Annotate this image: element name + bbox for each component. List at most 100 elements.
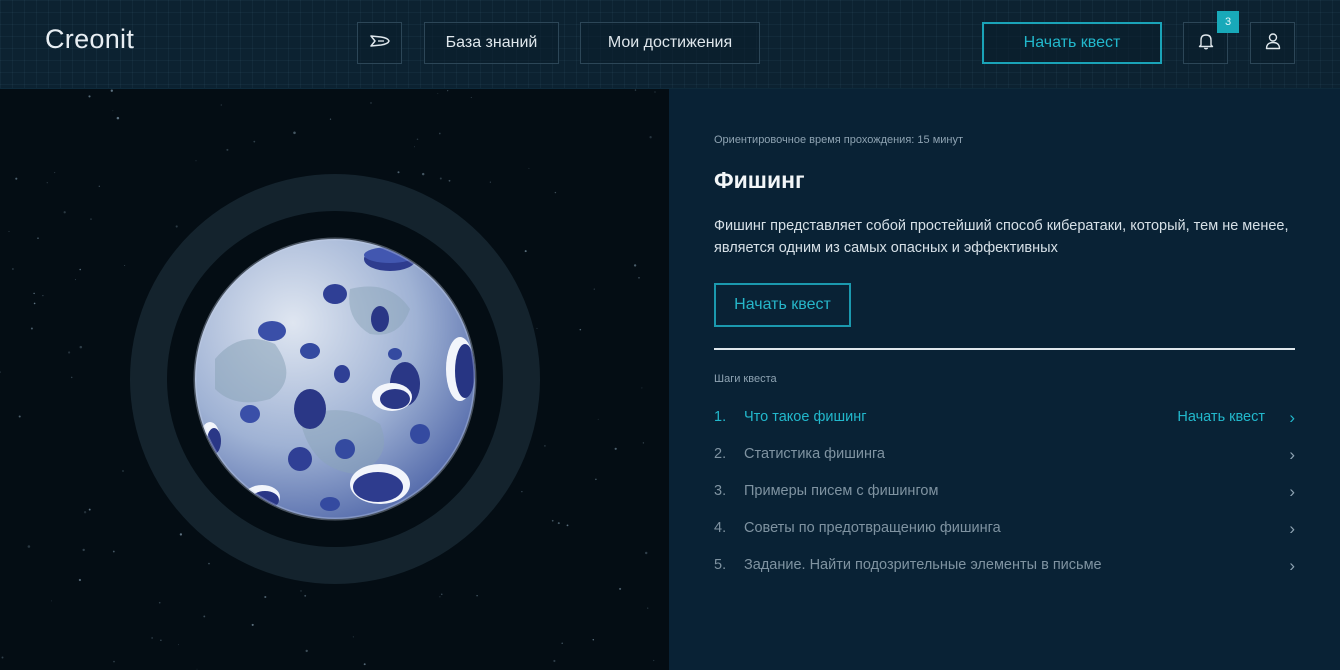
quest-description: Фишинг представляет собой простейший спо… xyxy=(714,218,1289,256)
star xyxy=(27,545,31,548)
star xyxy=(90,218,92,220)
step-start-link[interactable]: Начать квест xyxy=(1177,409,1265,425)
star xyxy=(553,659,556,663)
planet-illustration xyxy=(0,89,656,670)
bell-icon xyxy=(1198,32,1214,55)
star xyxy=(51,600,53,602)
star xyxy=(88,95,91,98)
star xyxy=(30,327,33,330)
star xyxy=(264,595,267,599)
top-header: Creonit База знаний Мои достижения Начат… xyxy=(0,0,1340,89)
star xyxy=(253,140,256,143)
chevron-right-icon: › xyxy=(1289,482,1295,501)
star xyxy=(438,132,441,135)
star xyxy=(82,548,85,552)
knowledge-base-button[interactable]: База знаний xyxy=(424,22,559,64)
star xyxy=(447,90,449,92)
star xyxy=(304,594,307,597)
step-number: 5. xyxy=(714,557,727,573)
quest-step-2[interactable]: 2. Статистика фишинга › xyxy=(714,446,1295,468)
star xyxy=(0,371,1,373)
star xyxy=(78,578,82,582)
star xyxy=(112,110,114,112)
star xyxy=(175,225,178,228)
star xyxy=(37,237,39,240)
quest-title: Фишинг xyxy=(714,167,805,193)
star xyxy=(561,642,563,644)
star xyxy=(489,181,491,183)
quest-step-1[interactable]: 1. Что такое фишинг Начать квест › xyxy=(714,409,1295,431)
quest-step-5[interactable]: 5. Задание. Найти подозрительные элемент… xyxy=(714,557,1295,579)
start-quest-header-button[interactable]: Начать квест xyxy=(982,22,1162,64)
estimated-time: Ориентировочное время прохождения: 15 ми… xyxy=(714,134,964,146)
star xyxy=(251,623,254,626)
star xyxy=(158,601,161,604)
star xyxy=(220,104,222,106)
start-quest-label: Начать квест xyxy=(734,296,831,313)
step-label: Примеры писем с фишингом xyxy=(744,483,939,499)
star xyxy=(654,91,656,93)
star xyxy=(74,279,76,281)
steps-heading: Шаги квеста xyxy=(714,373,777,385)
chevron-right-icon: › xyxy=(1289,408,1295,427)
achievements-label: Мои достижения xyxy=(607,34,733,51)
star xyxy=(437,93,439,94)
star xyxy=(592,639,595,641)
star xyxy=(470,96,472,99)
star xyxy=(644,551,648,555)
step-label: Статистика фишинга xyxy=(744,446,885,462)
star xyxy=(557,522,560,525)
star xyxy=(614,447,617,450)
star xyxy=(33,302,36,305)
star xyxy=(619,587,622,590)
star xyxy=(83,511,87,514)
star xyxy=(63,211,66,214)
star xyxy=(416,138,419,140)
star xyxy=(414,146,415,148)
star xyxy=(79,345,83,349)
quest-step-4[interactable]: 4. Советы по предотвращению фишинга › xyxy=(714,520,1295,542)
star xyxy=(177,644,179,646)
chevron-right-icon: › xyxy=(1289,445,1295,464)
star xyxy=(88,508,91,511)
star xyxy=(397,171,400,174)
step-label: Что такое фишинг xyxy=(744,409,867,425)
star xyxy=(595,478,597,481)
star xyxy=(11,268,14,270)
star xyxy=(521,491,523,493)
quest-step-3[interactable]: 3. Примеры писем с фишингом › xyxy=(714,483,1295,505)
star xyxy=(421,172,425,176)
star xyxy=(116,116,120,120)
star xyxy=(551,519,554,522)
achievements-button[interactable]: Мои достижения xyxy=(580,22,760,64)
star xyxy=(113,660,115,663)
star xyxy=(110,89,113,92)
space-illustration-panel xyxy=(0,89,669,670)
star xyxy=(638,277,640,279)
star xyxy=(633,264,637,267)
star xyxy=(647,607,649,609)
step-number: 1. xyxy=(714,409,727,425)
star xyxy=(649,136,652,139)
logo[interactable]: Creonit xyxy=(45,24,134,55)
star xyxy=(226,148,229,151)
profile-button[interactable] xyxy=(1250,22,1295,64)
spaceship-button[interactable] xyxy=(357,22,402,64)
star xyxy=(300,590,302,592)
step-number: 3. xyxy=(714,483,727,499)
star xyxy=(634,89,637,91)
star xyxy=(293,131,296,135)
chevron-right-icon: › xyxy=(1289,556,1295,575)
star xyxy=(439,177,442,180)
star xyxy=(524,250,527,253)
star xyxy=(98,185,100,187)
star xyxy=(566,524,569,527)
star xyxy=(42,294,44,297)
star xyxy=(642,442,645,444)
star xyxy=(544,445,546,447)
start-quest-header-label: Начать квест xyxy=(1023,34,1121,51)
star xyxy=(1,656,4,659)
start-quest-button[interactable]: Начать квест xyxy=(714,283,851,327)
quest-details-panel: Ориентировочное время прохождения: 15 ми… xyxy=(669,89,1340,670)
star xyxy=(305,649,308,653)
